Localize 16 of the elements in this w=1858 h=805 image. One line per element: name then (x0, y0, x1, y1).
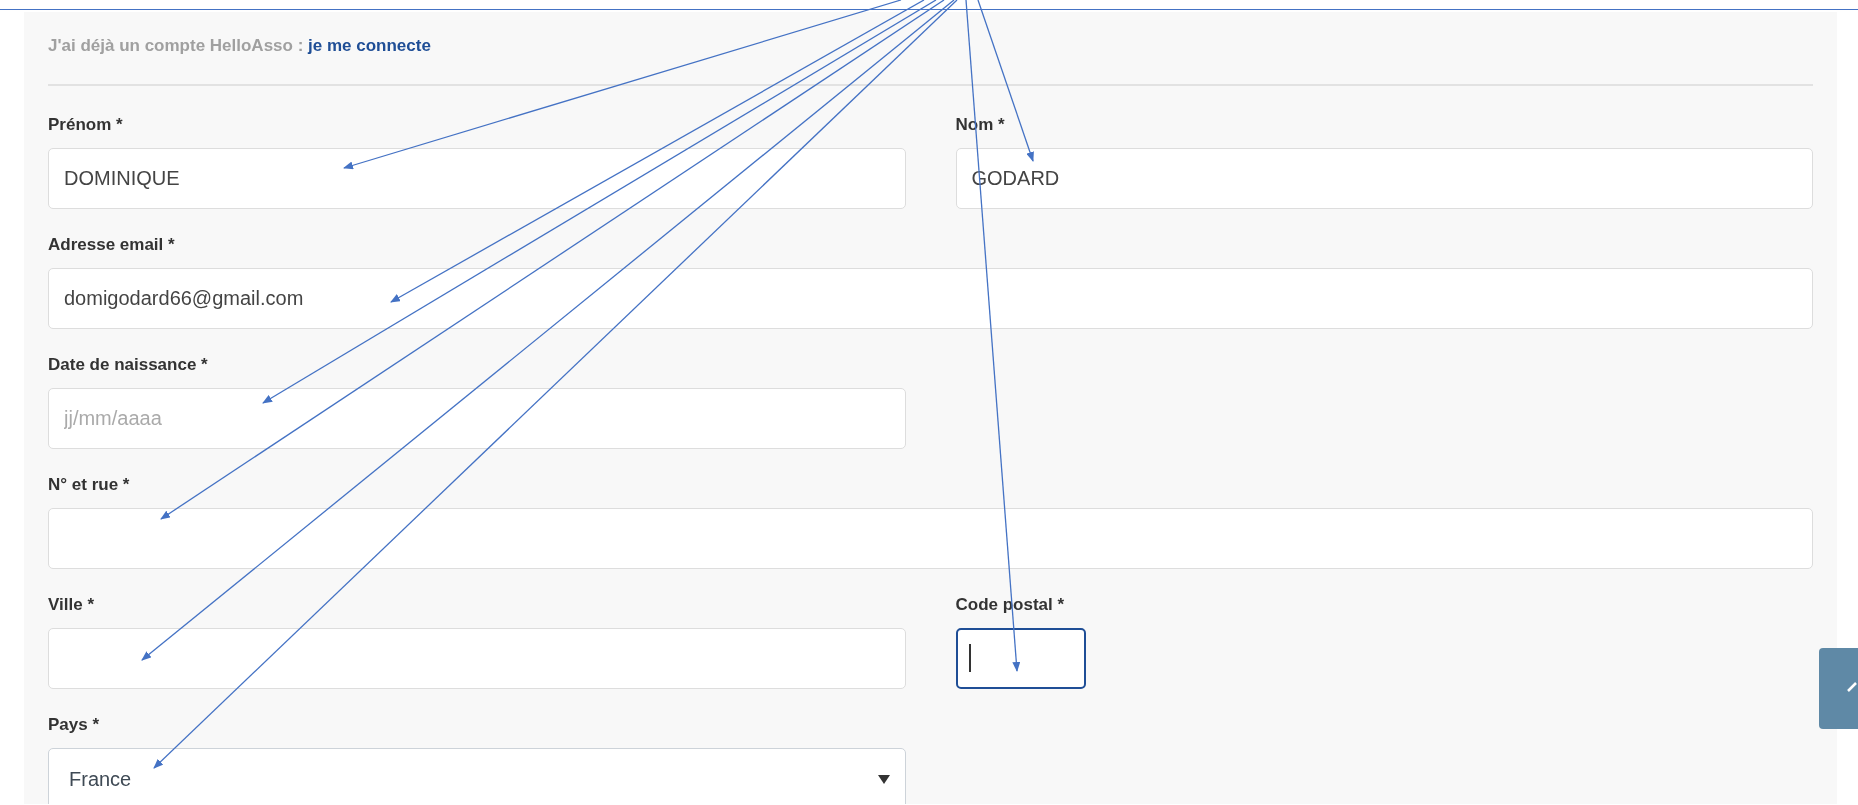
field-label: Adresse email * (48, 235, 175, 255)
account-prompt: J'ai déjà un compte HelloAsso : (48, 36, 305, 55)
input-field[interactable]: DOMINIQUE (48, 148, 906, 209)
country-select[interactable]: France (48, 748, 906, 804)
field-label: Pays * (48, 715, 100, 735)
field-label: Prénom * (48, 115, 123, 135)
field-label: Date de naissance * (48, 355, 208, 375)
dropdown-caret-icon (877, 773, 890, 784)
scroll-top-button[interactable] (1819, 648, 1858, 729)
text-cursor (968, 644, 971, 672)
input-field[interactable]: domigodard66@gmail.com (48, 268, 1813, 329)
field-label: Ville * (48, 595, 94, 615)
field-label: N° et rue * (48, 475, 130, 495)
chevron-icon (1847, 682, 1857, 692)
login-link[interactable]: je me connecte (308, 36, 431, 55)
input-field[interactable] (955, 628, 1086, 689)
